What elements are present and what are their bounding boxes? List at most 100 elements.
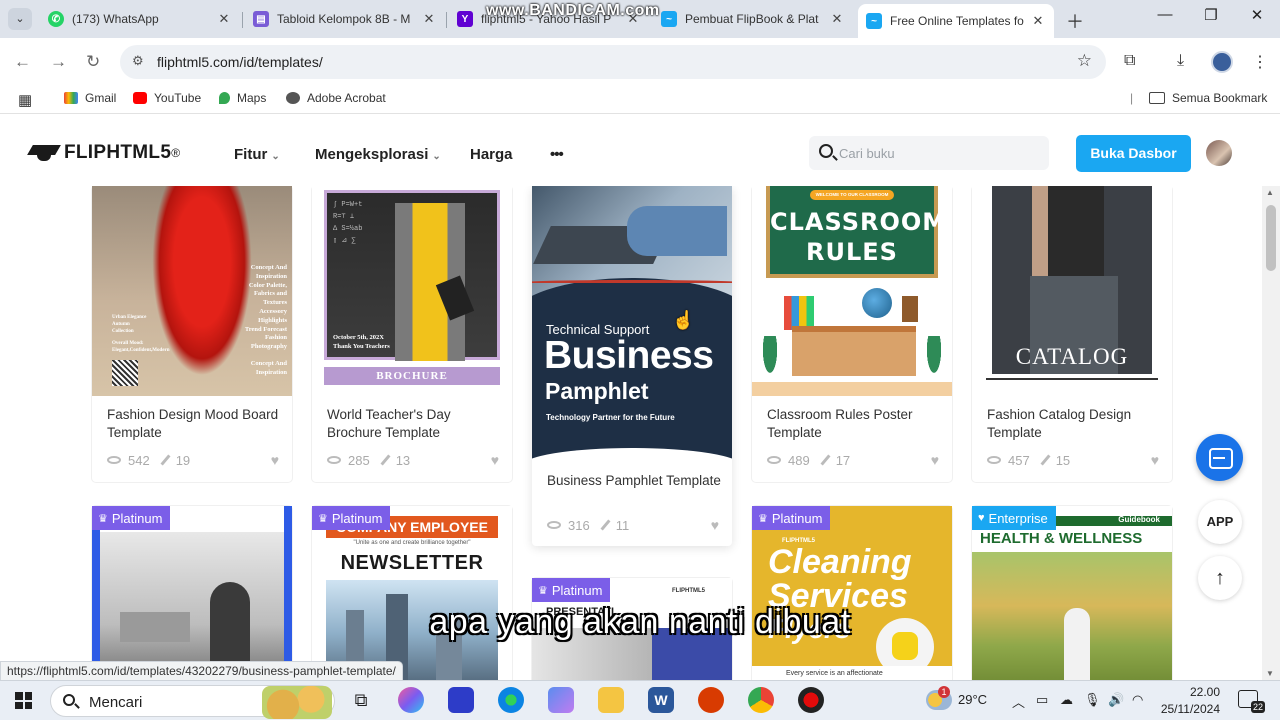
favorite-icon[interactable]: ♥: [491, 452, 499, 468]
scrollbar-thumb[interactable]: [1266, 205, 1276, 271]
template-thumbnail[interactable]: Guidebook HEALTH & WELLNESS: [972, 506, 1172, 680]
tab-tabloid[interactable]: ▤ Tabloid Kelompok 8B - M ✕: [245, 4, 445, 34]
wps-icon[interactable]: [698, 687, 724, 713]
file-explorer-icon[interactable]: [598, 687, 624, 713]
apps-grid-icon[interactable]: ▦: [18, 91, 32, 109]
template-thumbnail[interactable]: Concept And Inspiration Color Palette, F…: [92, 186, 292, 396]
template-title[interactable]: Business Pamphlet Template: [547, 472, 725, 490]
chevron-up-icon[interactable]: ︿: [1012, 692, 1025, 711]
edits-count: 15: [1055, 452, 1071, 468]
favorite-icon[interactable]: ♥: [1151, 452, 1159, 468]
badge-label: Platinum: [771, 510, 823, 526]
template-thumbnail[interactable]: FLIPHTML5 Cleaning Services Flyers Every…: [752, 506, 952, 680]
views-icon: [547, 521, 561, 529]
favorite-icon[interactable]: ♥: [711, 517, 719, 533]
restore-button[interactable]: ❐: [1188, 6, 1234, 24]
template-title[interactable]: Classroom Rules Poster Template: [767, 406, 945, 442]
close-tab-icon[interactable]: ✕: [421, 11, 437, 27]
nav-harga[interactable]: Harga: [470, 146, 513, 163]
close-tab-icon[interactable]: ✕: [216, 11, 232, 27]
copilot-icon[interactable]: [398, 687, 424, 713]
minimize-button[interactable]: —: [1142, 6, 1188, 23]
user-avatar[interactable]: [1206, 140, 1232, 166]
bandicam-icon[interactable]: [798, 687, 824, 713]
favorite-icon[interactable]: ♥: [271, 452, 279, 468]
wifi-icon[interactable]: ◠: [1132, 692, 1143, 708]
close-tab-icon[interactable]: ✕: [1030, 13, 1046, 29]
reload-icon[interactable]: ↻: [86, 52, 100, 72]
template-thumbnail[interactable]: CATALOG: [972, 186, 1172, 396]
speaker-icon[interactable]: 🔊: [1108, 692, 1124, 708]
app-icon[interactable]: [448, 687, 474, 713]
template-card[interactable]: ♛ Platinum: [92, 506, 292, 680]
close-window-button[interactable]: ✕: [1234, 6, 1280, 24]
cloud-icon[interactable]: ☁: [1060, 692, 1073, 708]
template-thumbnail[interactable]: COMPANY EMPLOYEE "Unite as one and creat…: [312, 506, 512, 680]
clock-date: 25/11/2024: [1160, 702, 1220, 716]
tab-free-templates[interactable]: ~ Free Online Templates fo ✕: [858, 4, 1054, 38]
microphone-icon[interactable]: 🎙: [1084, 692, 1101, 708]
chat-support-button[interactable]: [1196, 434, 1243, 481]
qr-code: [112, 360, 138, 386]
forward-icon[interactable]: →: [50, 52, 67, 72]
template-card[interactable]: FLIPHTML5 Cleaning Services Flyers Every…: [752, 506, 952, 680]
extensions-icon[interactable]: ⧉: [1124, 52, 1135, 70]
menu-icon[interactable]: ⋮: [1252, 52, 1268, 72]
template-card[interactable]: CATALOG Fashion Catalog Design Template …: [972, 186, 1172, 482]
site-info-icon[interactable]: ⚙: [132, 53, 144, 69]
word-icon[interactable]: W: [648, 687, 674, 713]
weather-temp[interactable]: 29°C: [958, 692, 987, 707]
open-dashboard-button[interactable]: Buka Dasbor: [1076, 135, 1191, 172]
url-text[interactable]: fliphtml5.com/id/templates/: [157, 54, 323, 70]
template-title[interactable]: Fashion Design Mood Board Template: [107, 406, 285, 442]
template-card[interactable]: Guidebook HEALTH & WELLNESS ♥ Enterprise: [972, 506, 1172, 680]
nav-mengeksplorasi[interactable]: Mengeksplorasi ⌄: [315, 146, 441, 163]
template-thumbnail[interactable]: ∫ P=W+t R=⊤ ⊥ ∆ S=½ab ▯ ⊿ ∑ October 5th, 20…: [312, 186, 512, 396]
tabloid-icon: ▤: [253, 11, 269, 27]
profile-avatar[interactable]: [1211, 51, 1233, 73]
fliphtml5-logo[interactable]: FLIPHTML5 ®: [30, 142, 180, 164]
template-thumbnail[interactable]: [92, 506, 292, 680]
new-tab-button[interactable]: ＋: [1066, 8, 1084, 34]
windows-start-icon[interactable]: [15, 692, 32, 709]
bookmark-star-icon[interactable]: ☆: [1077, 51, 1092, 71]
template-card[interactable]: Technical Support Business Pamphlet Tech…: [532, 186, 732, 546]
app-icon[interactable]: [548, 687, 574, 713]
bookmark-adobe-acrobat[interactable]: Adobe Acrobat: [286, 91, 386, 105]
chrome-icon[interactable]: [748, 687, 774, 713]
download-icon[interactable]: ⤓: [1177, 52, 1184, 70]
search-input[interactable]: [839, 143, 1039, 163]
tab-search-menu[interactable]: ⌄: [8, 8, 32, 30]
task-view-icon[interactable]: ⧉: [348, 687, 374, 713]
notifications-icon[interactable]: 22: [1238, 690, 1265, 713]
template-card[interactable]: ∫ P=W+t R=⊤ ⊥ ∆ S=½ab ▯ ⊿ ∑ October 5th, 20…: [312, 186, 512, 482]
template-card[interactable]: WELCOME TO OUR CLASSROOM CLASSROOM RULES…: [752, 186, 952, 482]
address-bar[interactable]: ⚙ fliphtml5.com/id/templates/ ☆: [120, 45, 1106, 79]
scroll-up-arrow[interactable]: ▲: [1266, 188, 1274, 197]
bookmark-maps[interactable]: Maps: [219, 91, 266, 105]
more-menu-icon[interactable]: •••: [550, 146, 564, 163]
template-card[interactable]: Concept And Inspiration Color Palette, F…: [92, 186, 292, 482]
template-card[interactable]: COMPANY EMPLOYEE "Unite as one and creat…: [312, 506, 512, 680]
bookmark-gmail[interactable]: Gmail: [64, 91, 116, 105]
template-thumbnail[interactable]: WELCOME TO OUR CLASSROOM CLASSROOM RULES: [752, 186, 952, 396]
close-tab-icon[interactable]: ✕: [829, 11, 845, 27]
tab-fliphtml5-maker[interactable]: ~ Pembuat FlipBook & Plat ✕: [653, 4, 853, 34]
template-title[interactable]: World Teacher's Day Brochure Template: [327, 406, 505, 442]
system-clock[interactable]: 22.00 25/11/2024: [1150, 684, 1220, 718]
clock-time: 22.00: [1189, 685, 1220, 699]
edge-icon[interactable]: [498, 687, 524, 713]
scroll-down-arrow[interactable]: ▼: [1266, 669, 1274, 678]
book-search[interactable]: [809, 136, 1049, 170]
nav-fitur[interactable]: Fitur ⌄: [234, 146, 280, 163]
bookmark-youtube[interactable]: YouTube: [133, 91, 201, 105]
template-title[interactable]: Fashion Catalog Design Template: [987, 406, 1165, 442]
all-bookmarks[interactable]: Semua Bookmark: [1149, 91, 1267, 105]
back-icon[interactable]: ←: [14, 52, 31, 72]
device-icon[interactable]: ▭: [1036, 692, 1048, 708]
back-to-top-button[interactable]: ↑: [1198, 556, 1242, 600]
favorite-icon[interactable]: ♥: [931, 452, 939, 468]
app-download-button[interactable]: APP: [1198, 500, 1242, 544]
tab-whatsapp[interactable]: ✆ (173) WhatsApp ✕: [40, 4, 240, 34]
template-thumbnail[interactable]: Technical Support Business Pamphlet Tech…: [532, 186, 732, 462]
